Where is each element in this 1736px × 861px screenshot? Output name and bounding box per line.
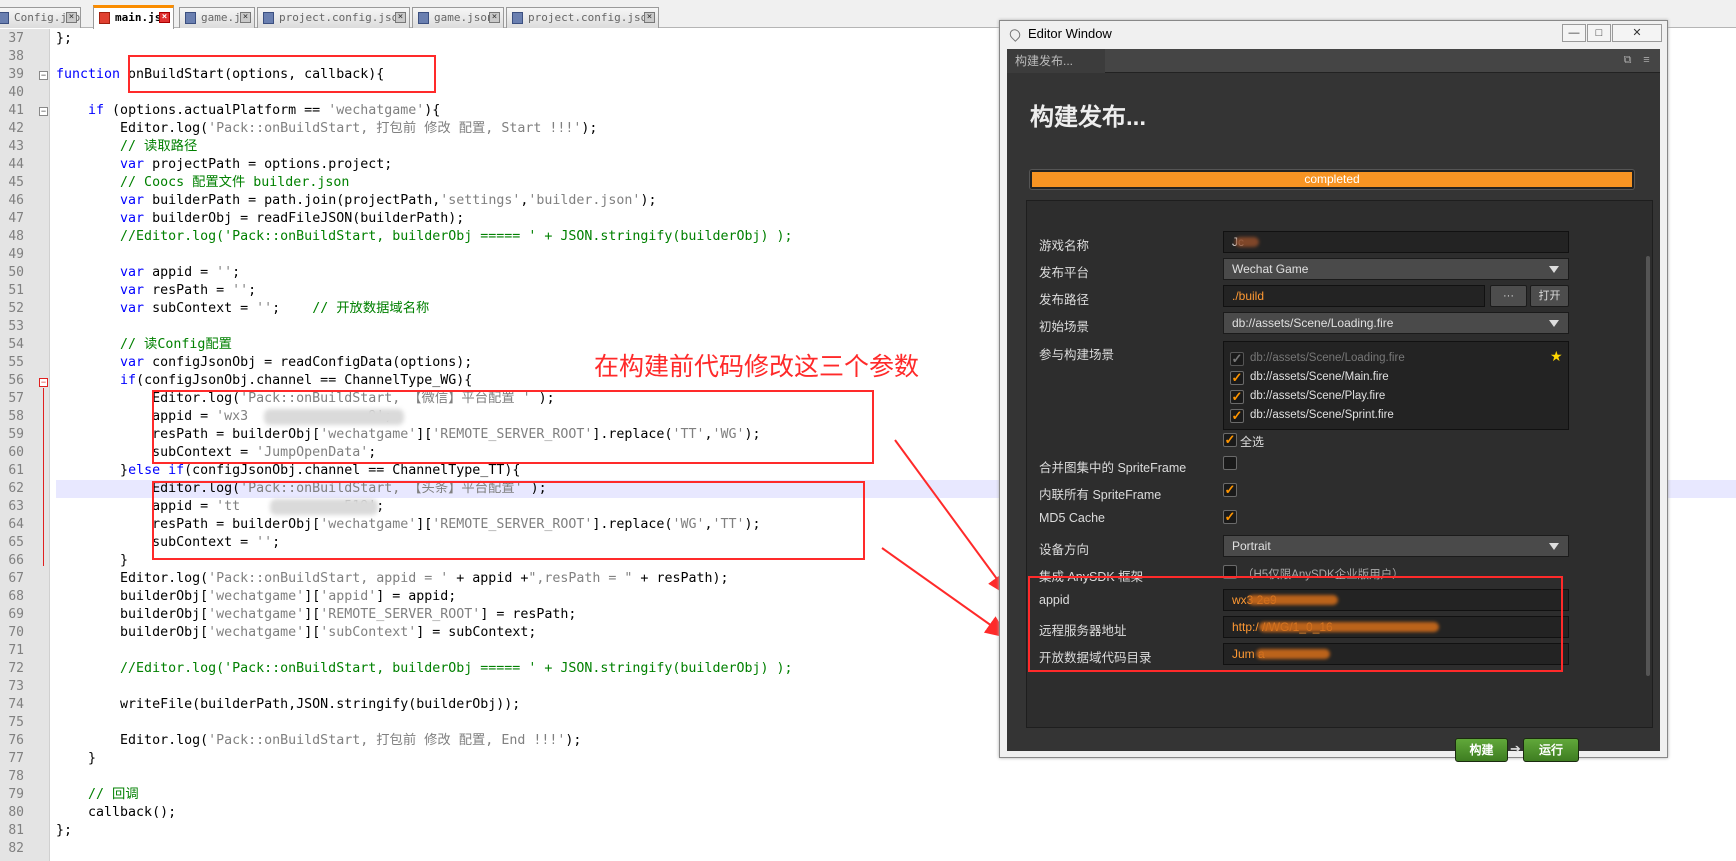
star-icon: ★	[1550, 348, 1563, 364]
scene-list: ✓ db://assets/Scene/Loading.fire ★ ✓ db:…	[1223, 341, 1569, 430]
orientation-select[interactable]: Portrait	[1223, 535, 1569, 557]
build-button[interactable]: 构建	[1455, 738, 1508, 762]
scene-checkbox[interactable]: ✓	[1230, 390, 1244, 404]
game-name-input[interactable]: Jc	[1223, 231, 1569, 253]
field-label: 设备方向	[1039, 543, 1090, 557]
field-label: 发布平台	[1039, 266, 1090, 280]
annotation-box-params	[1028, 576, 1563, 672]
scene-checkbox: ✓	[1230, 351, 1244, 366]
build-panel: 构建发布... ⧉ ≡ 构建发布... completed 游戏名称 Jc 发布…	[1007, 49, 1660, 762]
field-label: 参与构建场景	[1039, 348, 1115, 362]
merge-spriteframe-checkbox[interactable]	[1223, 456, 1237, 470]
panel-tabstrip: 构建发布... ⧉ ≡	[1007, 49, 1660, 73]
close-button[interactable]: ✕	[1612, 24, 1662, 42]
build-progress-bar: completed	[1030, 170, 1634, 189]
field-label: 游戏名称	[1039, 239, 1090, 253]
menu-icon[interactable]: ≡	[1641, 55, 1652, 66]
field-label: 发布路径	[1039, 293, 1090, 307]
editor-window: Editor Window — □ ✕ 构建发布... ⧉ ≡ 构建发布... …	[999, 20, 1668, 762]
arrow	[881, 547, 1010, 639]
md5-cache-checkbox[interactable]: ✓	[1223, 510, 1237, 524]
arrow	[894, 439, 1011, 598]
app-logo-icon	[1007, 27, 1023, 42]
platform-select[interactable]: Wechat Game	[1223, 258, 1569, 280]
build-path-input[interactable]: ./build	[1223, 285, 1485, 307]
build-settings-panel: 游戏名称 Jc 发布平台 Wechat Game 发布路径 ./build ··…	[1026, 200, 1653, 728]
field-label: MD5 Cache	[1039, 511, 1105, 525]
run-button[interactable]: 运行	[1523, 738, 1579, 762]
list-item: db://assets/Scene/Main.fire	[1250, 371, 1389, 383]
scrollbar[interactable]	[1646, 256, 1650, 676]
list-item: db://assets/Scene/Loading.fire	[1250, 352, 1405, 364]
field-label: 合并图集中的 SpriteFrame	[1039, 461, 1187, 475]
select-all-label: 全选	[1240, 435, 1265, 449]
start-scene-select[interactable]: db://assets/Scene/Loading.fire	[1223, 312, 1569, 334]
field-label: 内联所有 SpriteFrame	[1039, 488, 1162, 502]
list-item: db://assets/Scene/Sprint.fire	[1250, 409, 1394, 421]
popout-icon[interactable]: ⧉	[1622, 55, 1633, 66]
inline-spriteframe-checkbox[interactable]: ✓	[1223, 483, 1237, 497]
browse-button[interactable]: ···	[1490, 285, 1527, 307]
tab-build[interactable]: 构建发布...	[1007, 49, 1105, 73]
select-all-checkbox[interactable]: ✓	[1223, 433, 1237, 447]
scene-checkbox[interactable]: ✓	[1230, 371, 1244, 385]
list-item: db://assets/Scene/Play.fire	[1250, 390, 1386, 402]
scene-checkbox[interactable]: ✓	[1230, 409, 1244, 423]
arrow-right-icon: ➔	[1510, 741, 1521, 756]
field-label: 初始场景	[1039, 320, 1090, 334]
minimize-button[interactable]: —	[1562, 24, 1586, 42]
page-title: 构建发布...	[1030, 104, 1147, 131]
maximize-button[interactable]: □	[1587, 24, 1611, 42]
open-folder-button[interactable]: 打开	[1530, 285, 1569, 307]
redaction-blur	[1235, 237, 1259, 247]
